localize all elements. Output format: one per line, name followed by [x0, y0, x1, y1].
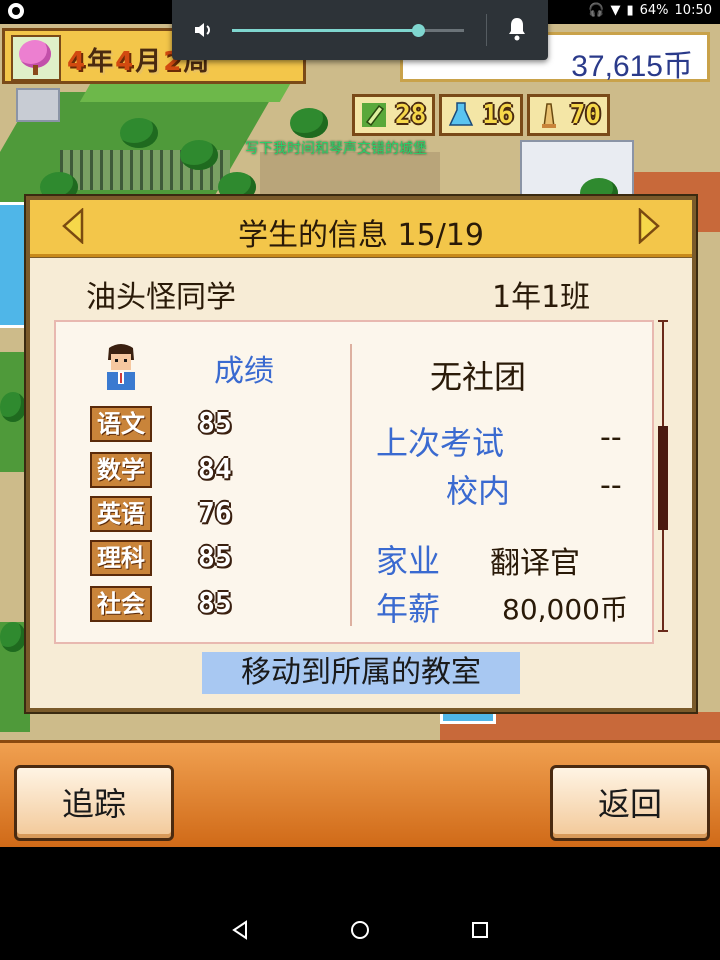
resource-stats: 28 16 70: [352, 94, 610, 138]
back-button[interactable]: 返回: [550, 765, 710, 841]
date-year: 4: [67, 47, 88, 77]
volume-slider[interactable]: [232, 24, 464, 37]
subject-name: 社会: [90, 586, 152, 622]
subject-name: 语文: [90, 406, 152, 442]
battery-percent: 64%: [639, 3, 669, 18]
statue: [16, 88, 60, 122]
clock: 10:50: [674, 3, 712, 18]
recents-square-icon[interactable]: [468, 918, 492, 942]
date-month: 4: [115, 47, 136, 77]
tree: [0, 622, 26, 652]
volume-popup: [172, 0, 548, 60]
tower-icon: [541, 103, 556, 128]
bell-icon[interactable]: [505, 16, 529, 42]
wifi-icon: ▼: [610, 3, 621, 18]
tree: [180, 140, 218, 170]
dialog-body: 油头怪同学 1年1班 成绩 语文 85 数学 84 英语 76 理科 85 社会…: [30, 258, 692, 708]
dialog-header: 学生的信息 15/19: [30, 200, 692, 257]
subject-score: 85: [198, 540, 232, 573]
subject-score: 84: [198, 452, 232, 485]
family-job-label: 家业: [376, 542, 441, 580]
last-exam-label: 上次考试: [376, 424, 505, 462]
speaker-icon[interactable]: [192, 18, 216, 42]
subject-name: 理科: [90, 540, 152, 576]
system-nav-bar: [0, 900, 720, 960]
last-exam-value: --: [600, 420, 622, 455]
dialog-title: 学生的信息 15/19: [238, 218, 484, 253]
stat-research-value: 28: [395, 100, 427, 130]
track-button[interactable]: 追踪: [14, 765, 174, 841]
club-name: 无社团: [430, 358, 527, 396]
student-info-card: 成绩 语文 85 数学 84 英语 76 理科 85 社会 85 无社团 上次考…: [54, 320, 654, 644]
student-class: 1年1班: [492, 280, 591, 315]
school-rank-label: 校内: [446, 472, 511, 510]
season-tree-icon: [11, 35, 61, 81]
stat-science: 16: [439, 94, 523, 136]
headphones-icon: 🎧: [588, 3, 605, 18]
battery-icon: ▮: [626, 3, 634, 18]
school-rank-value: --: [600, 468, 622, 503]
pencil-icon: [362, 103, 386, 127]
divider: [486, 14, 487, 46]
subject-name: 数学: [90, 452, 152, 488]
student-info-dialog: 学生的信息 15/19 油头怪同学 1年1班 成绩 语文 85 数学 84 英语…: [24, 194, 698, 714]
move-to-classroom-button[interactable]: 移动到所属的教室: [202, 652, 520, 694]
back-triangle-icon[interactable]: [228, 918, 252, 942]
next-student-arrow-icon[interactable]: [636, 208, 662, 244]
stat-popularity-value: 70: [569, 100, 601, 130]
stat-research: 28: [352, 94, 436, 136]
globe-icon: [8, 3, 24, 19]
subject-score: 85: [198, 406, 232, 439]
bottom-action-bar: 追踪 返回: [0, 740, 720, 847]
date-month-unit: 月: [135, 47, 164, 77]
tree: [290, 108, 328, 138]
stat-popularity: 70: [526, 94, 610, 136]
money-amount: 37,615币: [571, 50, 693, 83]
info-scrollbar[interactable]: [658, 320, 668, 632]
home-circle-icon[interactable]: [348, 918, 372, 942]
map-caption: 写下我时间和琴声交错的城堡: [245, 141, 427, 157]
salary-value: 80,000币: [502, 593, 628, 626]
tree: [120, 118, 158, 148]
status-icons: 🎧 ▼ ▮ 64% 10:50: [588, 3, 712, 18]
grades-label: 成绩: [214, 354, 274, 389]
stat-science-value: 16: [482, 100, 514, 130]
student-name: 油头怪同学: [86, 280, 236, 315]
student-avatar-icon: [107, 344, 135, 390]
scrollbar-thumb[interactable]: [658, 426, 668, 530]
family-job-value: 翻译官: [490, 546, 580, 581]
tree: [0, 392, 26, 422]
scrollbar-cap: [658, 630, 668, 632]
volume-slider-fill: [232, 29, 418, 32]
salary-label: 年薪: [376, 590, 441, 628]
subject-name: 英语: [90, 496, 152, 532]
date-year-unit: 年: [87, 47, 116, 77]
subject-score: 85: [198, 586, 232, 619]
flask-icon: [449, 102, 474, 126]
volume-slider-thumb[interactable]: [411, 24, 425, 37]
scrollbar-cap: [658, 320, 668, 322]
card-divider: [350, 344, 352, 626]
subject-score: 76: [198, 496, 232, 529]
